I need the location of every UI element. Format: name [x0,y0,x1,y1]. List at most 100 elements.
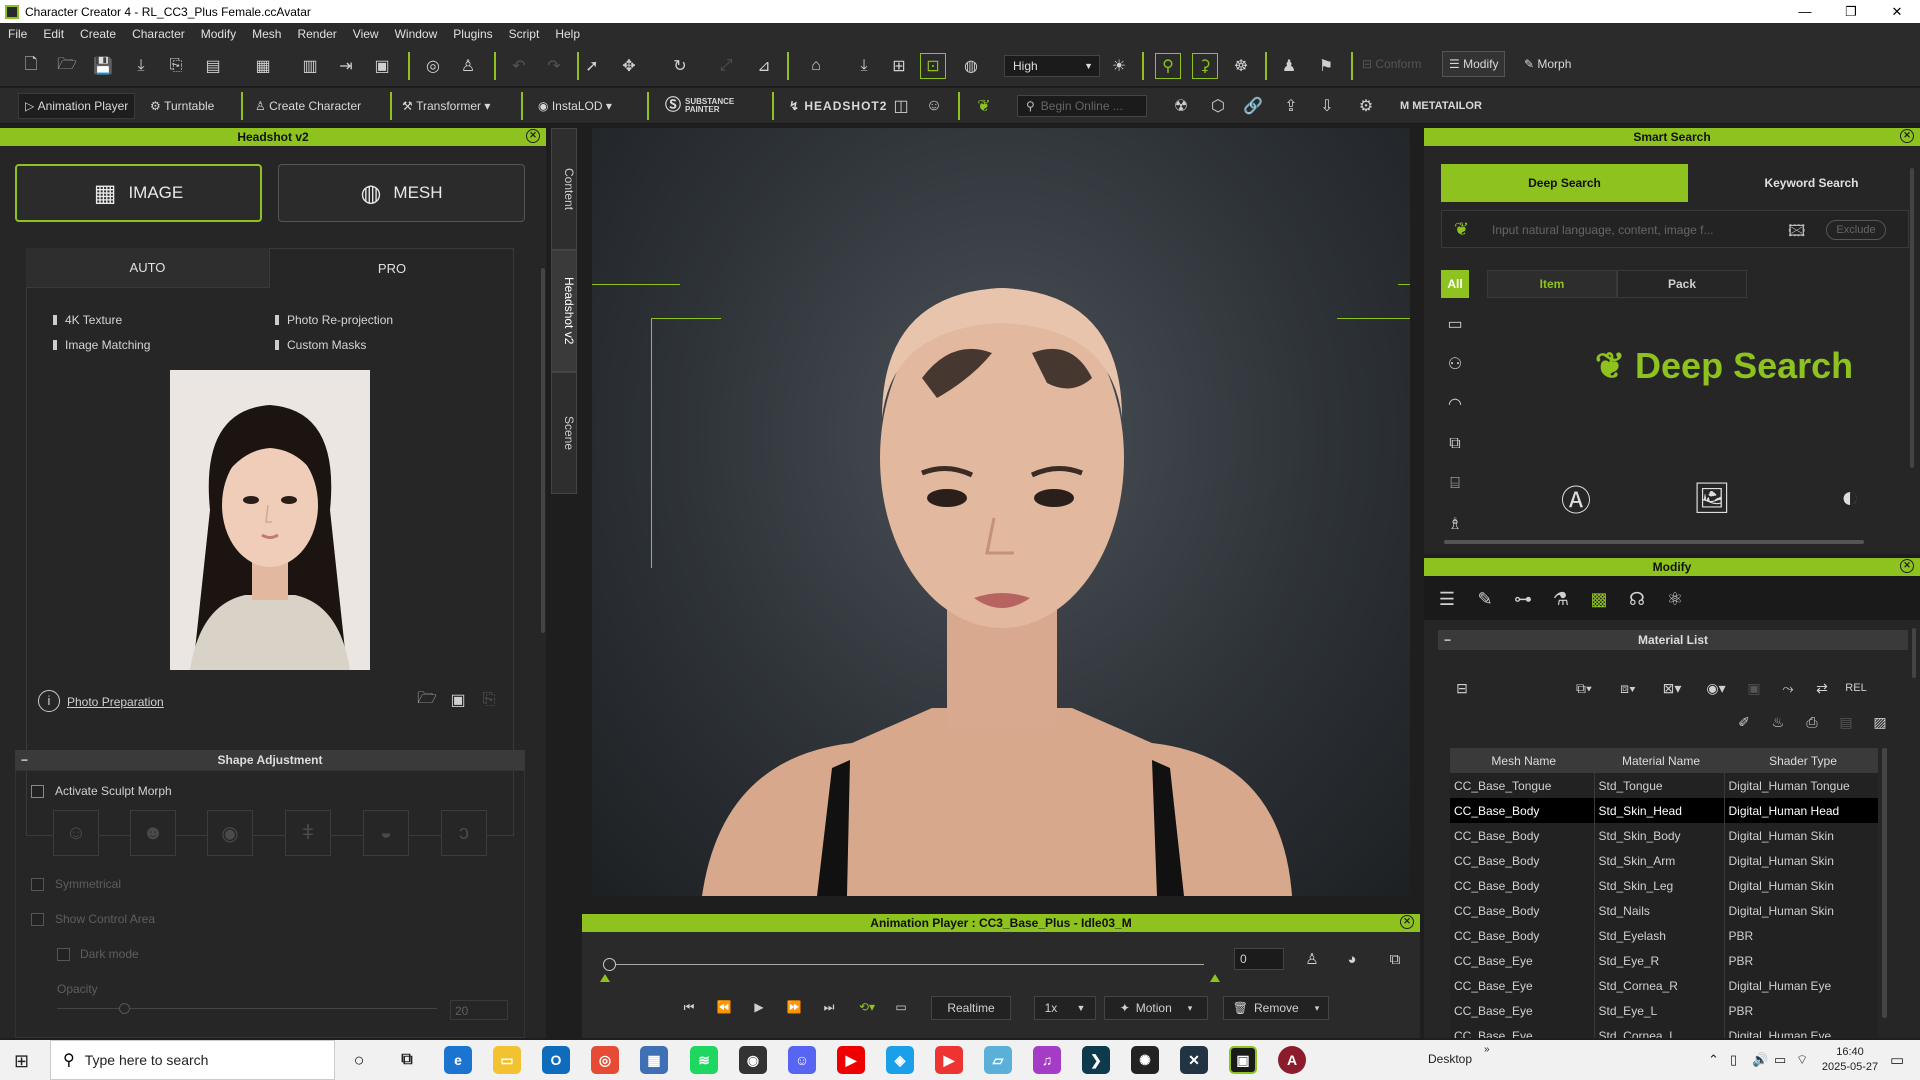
sliders-tab-icon[interactable]: ☰ [1432,584,1462,614]
camera-icon[interactable]: ◕ [1339,948,1365,970]
tab-auto[interactable]: AUTO [26,248,270,288]
share-icon[interactable]: ⤳ [1776,676,1800,700]
steam-icon[interactable]: ◉ [739,1046,767,1074]
sphere-icon[interactable]: ◎ [420,53,446,79]
people-category-icon[interactable]: ⚇ [1441,350,1469,378]
chatgpt-icon[interactable]: ✺ [1131,1046,1159,1074]
modify-scrollbar[interactable] [1912,628,1916,678]
screen-icon[interactable]: ▣ [369,53,395,79]
import-icon[interactable]: ⤓ [128,53,154,79]
flag-icon[interactable]: ⚑ [1313,53,1339,79]
eye-region-icon[interactable]: ◉ [207,810,253,856]
col-material-name[interactable]: Material Name [1594,748,1725,773]
swap-icon[interactable]: ⇄ [1810,676,1834,700]
filter-all-button[interactable]: All [1441,270,1469,298]
smart-search-leaf-icon[interactable]: ❦ [971,93,997,119]
tab-content[interactable]: Content [551,128,577,250]
deep-search-tab[interactable]: Deep Search [1441,164,1688,202]
tray-up-icon[interactable]: ⌃ [1708,1052,1719,1068]
menu-window[interactable]: Window [387,27,446,41]
speed-select[interactable]: 1x ▼ [1034,996,1096,1020]
save-icon[interactable]: 💾 [90,53,116,79]
calculator-icon[interactable]: ▦ [640,1046,668,1074]
head-category-icon[interactable]: ◠ [1441,390,1469,418]
skip-start-icon[interactable]: ⏮ [678,996,700,1018]
close-icon[interactable]: ✕ [526,129,540,143]
motion-category-icon[interactable]: ♗ [1441,510,1469,538]
clock[interactable]: 16:40 2025-05-27 [1820,1045,1880,1075]
upload-icon[interactable]: ⇪ [1278,93,1304,119]
chrome-icon[interactable]: ◎ [591,1046,619,1074]
substance-painter-button[interactable]: Ⓢ SUBSTANCE PAINTER [665,93,745,119]
rotate-icon[interactable]: ↻ [667,53,693,79]
create-character-button[interactable]: ♙ Create Character [255,93,361,119]
pose-icon[interactable]: ⚲ [1155,53,1181,79]
send-icon[interactable]: ⇥ [333,53,359,79]
physics-tab-icon[interactable]: ⚛ [1660,584,1690,614]
link-icon[interactable]: 🔗 [1240,93,1266,119]
online-search-input[interactable]: ⚲ Begin Online ... [1017,95,1147,117]
headshot-scrollbar[interactable] [541,268,545,633]
file-explorer-icon[interactable]: ▭ [493,1046,521,1074]
item-tab[interactable]: Item [1487,270,1617,298]
table-row[interactable]: CC_Base_Tongue Std_Tongue Digital_Human To… [1450,773,1878,798]
light-sphere-icon[interactable]: ◍ [958,53,984,79]
mesh-mode-button[interactable]: ◍ MESH [278,164,525,222]
table-row[interactable]: CC_Base_Body Std_Eyelash PBR [1450,923,1878,948]
checker-icon[interactable]: ▨ [1868,710,1892,734]
show-control-checkbox[interactable] [31,913,44,926]
windows-start-icon[interactable]: ⊞ [14,1051,29,1072]
table-row[interactable]: CC_Base_Eye Std_Eye_R PBR [1450,948,1878,973]
timeline-track[interactable] [606,964,1204,965]
opacity-slider-handle[interactable] [119,1003,130,1014]
desktop-label[interactable]: Desktop [1428,1052,1472,1066]
maximize-button[interactable]: ❐ [1828,0,1874,23]
material-tab-icon[interactable]: ▩ [1584,584,1614,614]
outlook-icon[interactable]: O [542,1046,570,1074]
redo-icon[interactable]: ↷ [541,53,567,79]
menu-script[interactable]: Script [501,27,548,41]
photo-preparation-link[interactable]: Photo Preparation [67,695,164,709]
pivot-icon[interactable]: ⊿ [751,53,777,79]
task-view-icon[interactable]: ⧉ [393,1046,421,1074]
tab-pro[interactable]: PRO [270,248,514,288]
bio-icon[interactable]: ☢ [1168,93,1194,119]
play-icon[interactable]: ▶ [748,996,770,1018]
range-end-marker[interactable] [1210,974,1220,982]
menu-file[interactable]: File [0,27,35,41]
frame-icon[interactable]: ⊞ [886,53,912,79]
home-icon[interactable]: ⌂ [803,53,829,79]
frame-input[interactable]: 0 [1234,948,1284,970]
step-back-icon[interactable]: ⏪ [713,996,735,1018]
paint-bucket-icon[interactable]: ♨ [1766,710,1790,734]
step-forward-icon[interactable]: ⏩ [783,996,805,1018]
symmetrical-checkbox[interactable] [31,878,44,891]
smart-search-scrollbar[interactable] [1910,168,1914,468]
notification-icon[interactable]: ▭ [1890,1051,1904,1069]
download-icon[interactable]: ⇩ [1314,93,1340,119]
conform-button[interactable]: ⊟ Conform [1362,51,1421,77]
table-row[interactable]: CC_Base_Eye Std_Cornea_R Digital_Human Eye [1450,973,1878,998]
taskbar-search-box[interactable]: ⚲ Type here to search [50,1040,335,1080]
volume-icon[interactable]: 🔊 [1752,1052,1768,1068]
move-icon[interactable]: ✥ [616,53,642,79]
obj-icon[interactable]: ▤ [200,53,226,79]
material-table-scrollbar[interactable] [1882,748,1887,1018]
youtube-icon[interactable]: ▶ [837,1046,865,1074]
list-view-icon[interactable]: ⊟ [1450,676,1474,700]
tab-scene[interactable]: Scene [551,372,577,494]
image-upload-icon[interactable]: 🖾 [1788,220,1805,247]
menu-plugins[interactable]: Plugins [445,27,500,41]
realtime-button[interactable]: Realtime [931,996,1011,1020]
opacity-slider-track[interactable] [57,1008,437,1009]
mouth-region-icon[interactable]: ◒ [363,810,409,856]
activate-sculpt-checkbox[interactable] [31,785,44,798]
save-icon[interactable]: ▣ [445,688,471,712]
export-photo-icon[interactable]: ⎘ [476,688,502,712]
table-row[interactable]: CC_Base_Body Std_Skin_Head Digital_Human H… [1450,798,1878,823]
timeline-playhead[interactable] [603,958,616,971]
close-icon[interactable]: ✕ [1400,915,1414,929]
transformer-button[interactable]: ⚒ Transformer ▾ [402,93,490,119]
new-file-icon[interactable]: 🗋 [18,53,44,79]
animation-player-button[interactable]: ▷ Animation Player [18,93,136,119]
